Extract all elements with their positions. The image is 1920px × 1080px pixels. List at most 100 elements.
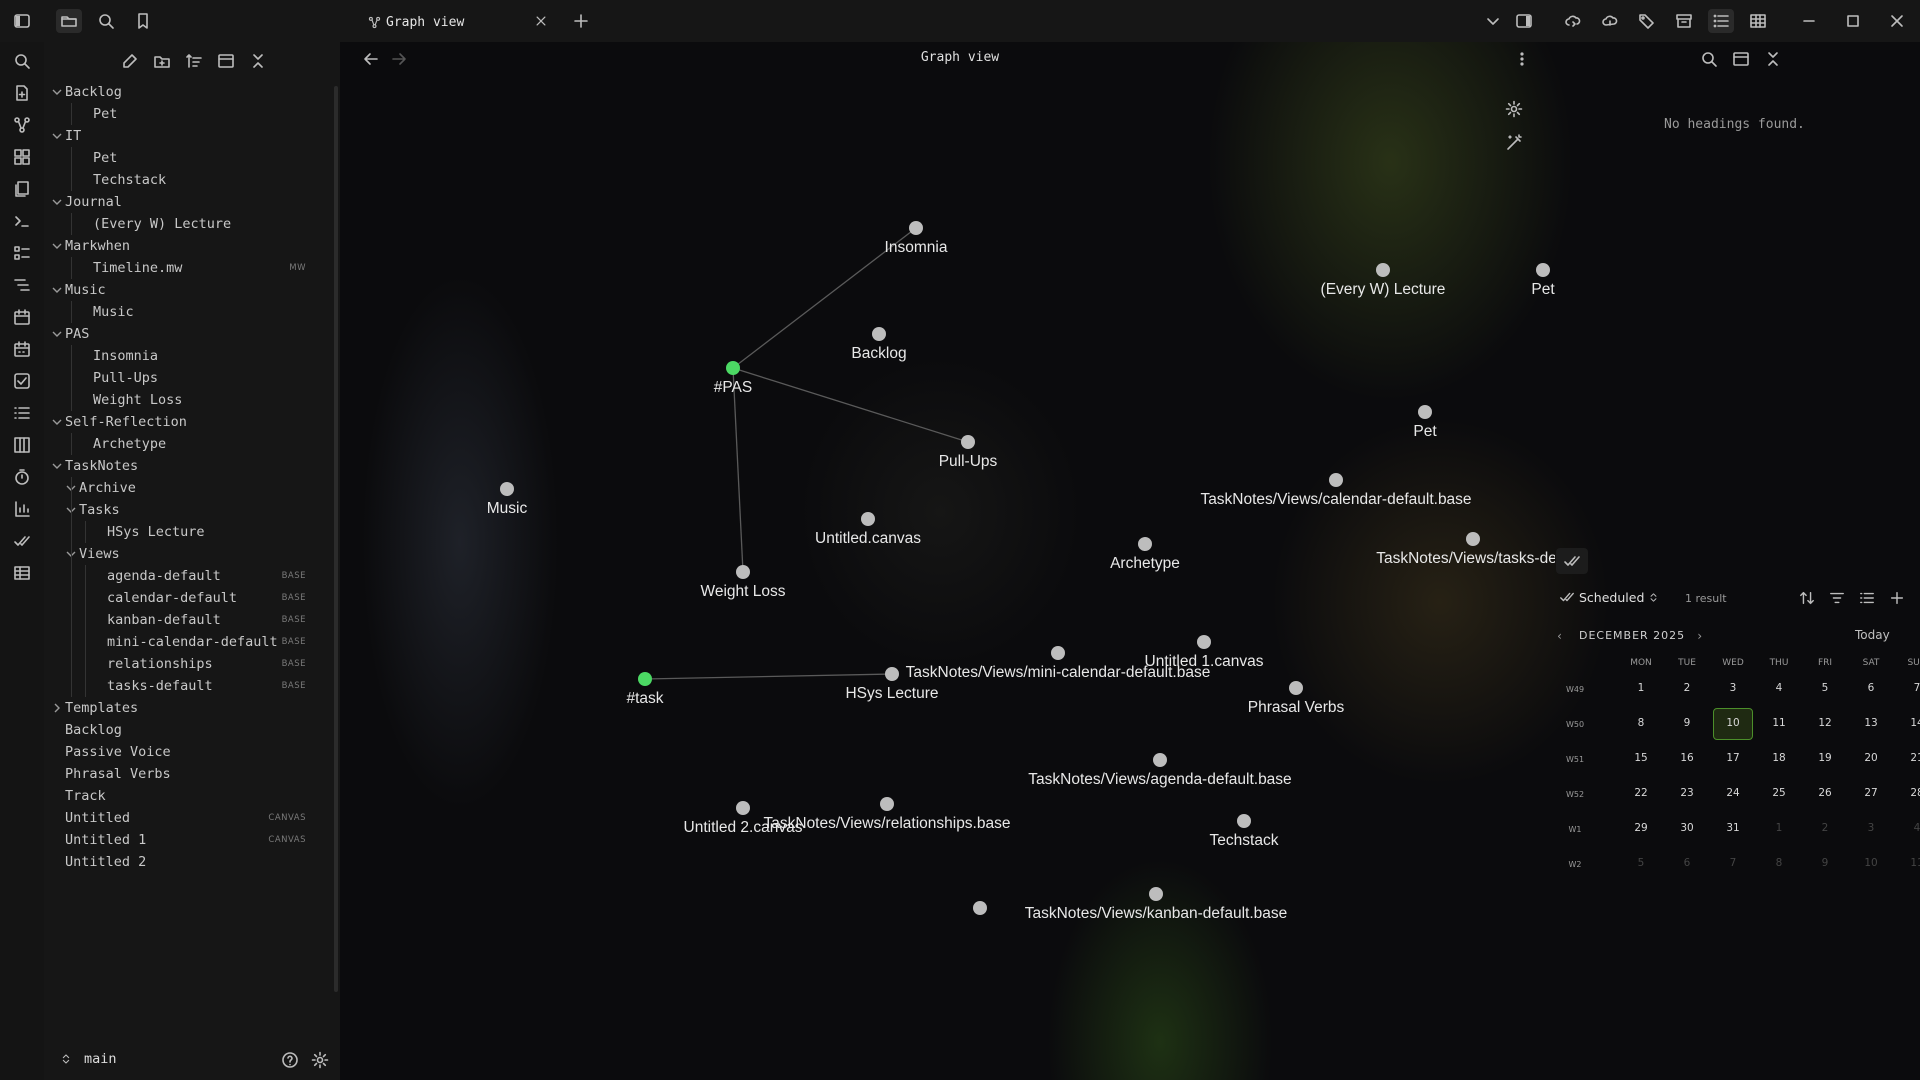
week-number[interactable]: W49 (1555, 685, 1595, 694)
node-dot[interactable] (1149, 887, 1163, 901)
tree-file[interactable]: Archetype (44, 433, 334, 455)
tree-file[interactable]: calendar-default BASE (44, 587, 334, 609)
ribbon-calendar-button[interactable] (11, 306, 33, 328)
tree-file[interactable]: Timeline.mw MW (44, 257, 334, 279)
graph-node[interactable]: TaskNotes/Views/agenda-default.base (1028, 753, 1292, 788)
calendar-day[interactable]: 1 (1759, 822, 1799, 834)
tab-graph-view[interactable]: Graph view (354, 6, 560, 38)
node-dot[interactable] (861, 512, 875, 526)
calendar-day[interactable]: 20 (1851, 752, 1891, 764)
ribbon-terminal-button[interactable] (11, 210, 33, 232)
calendar-day[interactable]: 19 (1805, 752, 1845, 764)
tree-folder[interactable]: Templates (44, 697, 334, 719)
file-explorer-tab-button[interactable] (56, 9, 82, 33)
cloud-button[interactable] (1597, 9, 1623, 33)
node-dot[interactable] (1418, 405, 1432, 419)
node-dot[interactable] (880, 797, 894, 811)
tree-file[interactable]: Techstack (44, 169, 334, 191)
calendar-day[interactable]: 31 (1713, 822, 1753, 834)
calendar-day[interactable]: 22 (1621, 787, 1661, 799)
graph-node[interactable]: TaskNotes/Views/tasks-defa (1376, 532, 1555, 567)
calendar-day[interactable]: 5 (1805, 682, 1845, 694)
calendar-day[interactable]: 23 (1667, 787, 1707, 799)
tree-file[interactable]: (Every W) Lecture (44, 213, 334, 235)
node-dot[interactable] (736, 801, 750, 815)
calendar-day[interactable]: 2 (1667, 682, 1707, 694)
ribbon-list-button[interactable] (11, 402, 33, 424)
node-dot[interactable] (1138, 537, 1152, 551)
graph-node[interactable] (973, 901, 987, 915)
tree-folder[interactable]: IT (44, 125, 334, 147)
new-tab-button[interactable] (568, 9, 594, 33)
calendar-day[interactable]: 8 (1759, 857, 1799, 869)
node-dot[interactable] (961, 435, 975, 449)
tree-file[interactable]: Untitled CANVAS (44, 807, 334, 829)
archive-button[interactable] (1671, 9, 1697, 33)
tree-folder[interactable]: Music (44, 279, 334, 301)
sidebar-scrollbar[interactable] (334, 86, 338, 992)
ribbon-timer-button[interactable] (11, 466, 33, 488)
graph-node[interactable]: TaskNotes/Views/kanban-default.base (1025, 887, 1288, 922)
tree-file[interactable]: agenda-default BASE (44, 565, 334, 587)
calendar-day[interactable]: 27 (1851, 787, 1891, 799)
table-button[interactable] (1745, 9, 1771, 33)
node-dot[interactable] (909, 221, 923, 235)
week-number[interactable]: W2 (1555, 860, 1595, 869)
tree-file[interactable]: Passive Voice (44, 741, 334, 763)
tree-file[interactable]: mini-calendar-default BASE (44, 631, 334, 653)
node-dot[interactable] (872, 327, 886, 341)
calendar-day[interactable]: 8 (1621, 717, 1661, 729)
calendar-day[interactable]: 11 (1759, 717, 1799, 729)
calendar-day[interactable]: 6 (1851, 682, 1891, 694)
node-dot[interactable] (1289, 681, 1303, 695)
calendar-day[interactable]: 7 (1897, 682, 1920, 694)
tree-folder[interactable]: Tasks (44, 499, 334, 521)
graph-node[interactable]: Pet (1531, 263, 1555, 298)
panel-icon[interactable] (1732, 50, 1750, 68)
node-dot[interactable] (500, 482, 514, 496)
sort-icon[interactable] (1799, 590, 1815, 606)
calendar-day[interactable]: 28 (1897, 787, 1920, 799)
tree-file[interactable]: Pull-Ups (44, 367, 334, 389)
node-dot[interactable] (736, 565, 750, 579)
tree-file[interactable]: Weight Loss (44, 389, 334, 411)
help-icon[interactable] (281, 1051, 299, 1069)
tree-file[interactable]: Untitled 1 CANVAS (44, 829, 334, 851)
sync-button[interactable] (1560, 9, 1586, 33)
ribbon-board-button[interactable] (11, 434, 33, 456)
calendar-day[interactable]: 9 (1667, 717, 1707, 729)
tree-file[interactable]: Pet (44, 147, 334, 169)
node-dot[interactable] (1376, 263, 1390, 277)
graph-node[interactable]: Untitled 1.canvas (1145, 635, 1264, 670)
ribbon-search-button[interactable] (11, 50, 33, 72)
ribbon-stats-button[interactable] (11, 498, 33, 520)
tags-button[interactable] (1634, 9, 1660, 33)
node-dot[interactable] (638, 672, 652, 686)
graph-node[interactable]: Phrasal Verbs (1248, 681, 1345, 716)
calendar-day[interactable]: 12 (1805, 717, 1845, 729)
calendar-day[interactable]: 15 (1621, 752, 1661, 764)
calendar-day[interactable]: 3 (1713, 682, 1753, 694)
graph-node[interactable]: Pet (1413, 405, 1437, 440)
calendar-day[interactable]: 25 (1759, 787, 1799, 799)
window-close-button[interactable] (1884, 9, 1910, 33)
maximize-button[interactable] (1840, 9, 1866, 33)
week-number[interactable]: W1 (1555, 825, 1595, 834)
tree-folder[interactable]: Self-Reflection (44, 411, 334, 433)
calendar-day[interactable]: 11 (1897, 857, 1920, 869)
list-icon[interactable] (1859, 590, 1875, 606)
ribbon-outline-button[interactable] (11, 274, 33, 296)
graph-tag-node[interactable]: #PAS (714, 361, 753, 396)
graph-node[interactable]: Pull-Ups (939, 435, 998, 470)
graph-node[interactable]: Music (487, 482, 528, 517)
calendar-day[interactable]: 13 (1851, 717, 1891, 729)
graph-node[interactable]: Weight Loss (700, 565, 786, 600)
tree-file[interactable]: Untitled 2 (44, 851, 334, 873)
week-number[interactable]: W52 (1555, 790, 1595, 799)
calendar-day[interactable]: 7 (1713, 857, 1753, 869)
new-folder-button[interactable] (151, 50, 173, 72)
plus-icon[interactable] (1889, 590, 1905, 606)
node-dot[interactable] (1466, 532, 1480, 546)
tree-file[interactable]: tasks-default BASE (44, 675, 334, 697)
node-dot[interactable] (1197, 635, 1211, 649)
